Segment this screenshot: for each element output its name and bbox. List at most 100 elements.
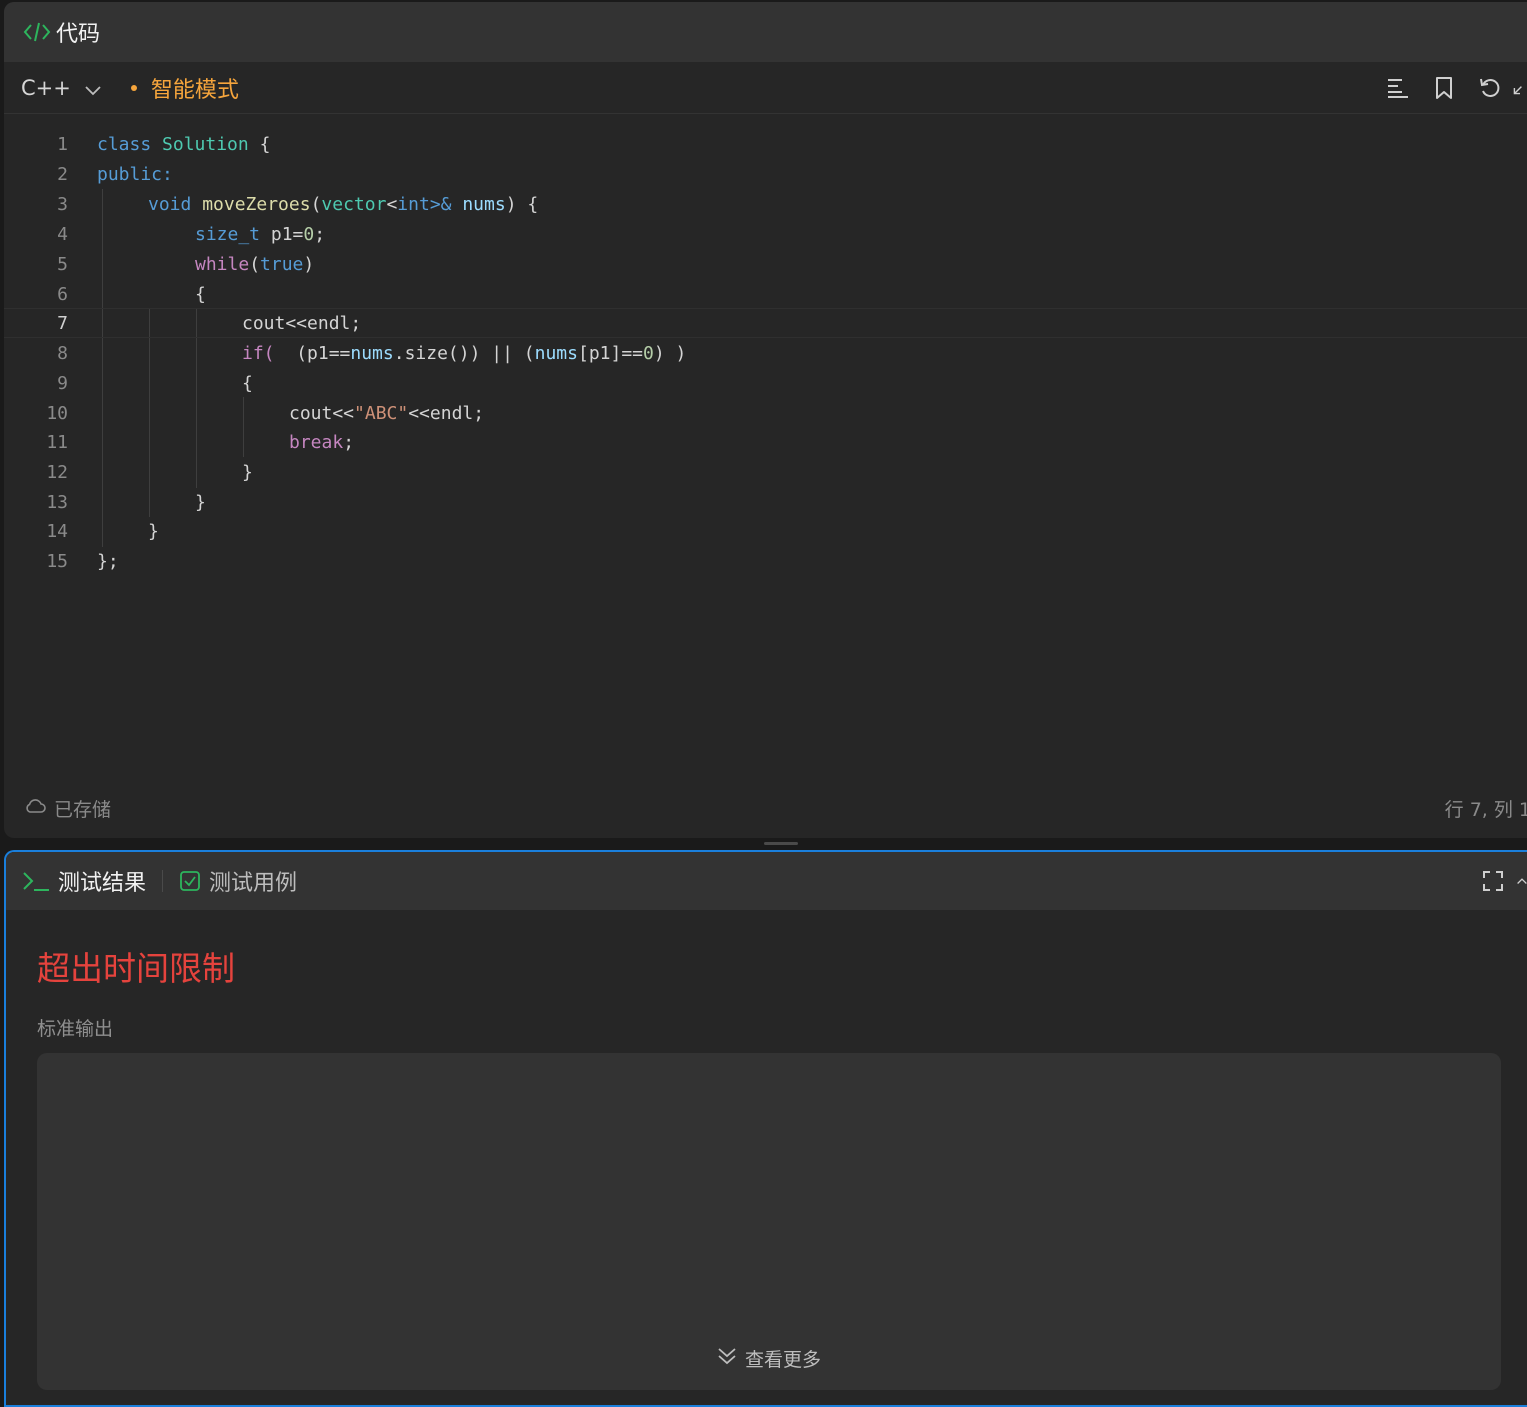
double-chevron-down-icon	[717, 1347, 745, 1370]
stdout-output: 查看更多	[37, 1053, 1501, 1390]
token: }	[195, 491, 206, 513]
code-line: 15 };	[4, 546, 1527, 576]
cloud-icon	[24, 797, 54, 819]
bookmark-icon[interactable]	[1421, 68, 1467, 108]
tab-test-case-label: 测试用例	[209, 871, 298, 896]
token: [p1]==	[577, 342, 644, 364]
verdict-status: 超出时间限制	[37, 949, 235, 988]
view-more-label: 查看更多	[744, 1349, 821, 1371]
line-number: 13	[46, 491, 68, 513]
code-line: 3 void moveZeroes(vector<int>& nums) {	[4, 189, 1527, 219]
token: break	[289, 431, 344, 453]
code-line: 4 size_t p1=0;	[4, 219, 1527, 249]
line-number: 5	[57, 253, 68, 275]
token: };	[97, 550, 119, 572]
token: cout<<endl;	[242, 312, 362, 334]
terminal-icon	[22, 870, 50, 892]
token: 0	[643, 342, 654, 364]
code-panel-header: 代码	[4, 2, 1527, 62]
collapse-up-icon[interactable]	[1517, 861, 1527, 901]
code-line-active: 7 cout<<endl;	[4, 308, 1527, 338]
token: public:	[97, 163, 173, 185]
fullscreen-icon[interactable]	[1473, 861, 1513, 901]
line-number: 15	[46, 550, 68, 572]
line-number: 14	[46, 520, 68, 542]
token: p1=	[270, 223, 304, 245]
chevron-down-icon	[85, 77, 101, 101]
token: nums	[350, 342, 394, 364]
line-number: 6	[57, 283, 68, 305]
saved-label: 已存储	[54, 798, 112, 821]
token: (	[249, 253, 261, 275]
smart-mode-toggle[interactable]: 智能模式	[130, 72, 239, 104]
code-editor[interactable]: 1 class Solution { 2 public: 3 void move…	[4, 114, 1527, 774]
token: Solution	[162, 133, 249, 155]
token: }	[242, 461, 253, 483]
token: while	[195, 253, 250, 275]
token: ;	[314, 223, 326, 245]
view-more-button[interactable]: 查看更多	[37, 1345, 1501, 1372]
code-brackets-icon	[22, 17, 52, 47]
token: cout<<	[289, 402, 355, 424]
result-panel: 测试结果 测试用例 超出时间限制 标准输出 查看更多	[4, 850, 1527, 1407]
editor-toolbar: C++ 智能模式	[4, 62, 1527, 114]
token: (	[310, 193, 322, 215]
token: >&	[429, 193, 452, 215]
code-line: 2 public:	[4, 159, 1527, 189]
token: nums	[534, 342, 578, 364]
code-panel: 代码 C++ 智能模式 1 class Solution {2 public:…	[4, 2, 1527, 838]
mode-dot	[130, 84, 137, 91]
line-number: 8	[57, 342, 68, 364]
result-tool-icons	[1473, 852, 1527, 910]
collapse-icon[interactable]	[1513, 68, 1527, 108]
tab-divider	[162, 870, 164, 892]
code-line: 10 cout<<"ABC"<<endl;	[4, 398, 1527, 428]
token: }	[148, 520, 159, 542]
token: if(	[242, 342, 275, 364]
line-number: 3	[57, 193, 68, 215]
line-number: 9	[57, 372, 68, 394]
code-panel-title: 代码	[56, 22, 101, 47]
token: ) )	[653, 342, 687, 364]
code-line: 12 }	[4, 457, 1527, 487]
code-line: 14 }	[4, 516, 1527, 546]
saved-status: 已存储	[24, 795, 111, 822]
token: ) {	[505, 193, 539, 215]
token: <	[386, 193, 398, 215]
line-number: 11	[46, 431, 68, 453]
line-number: 2	[57, 163, 68, 185]
token: void	[148, 193, 192, 215]
token: 0	[303, 223, 315, 245]
language-label: C++	[21, 75, 71, 100]
checkbox-icon	[179, 870, 201, 892]
format-icon[interactable]	[1375, 68, 1421, 108]
token: )	[303, 253, 315, 275]
token: {	[195, 283, 206, 305]
language-select[interactable]: C++	[21, 75, 101, 101]
editor-status-bar: 已存储 行 7, 列 1	[4, 778, 1527, 838]
token: class	[97, 133, 152, 155]
token: size_t	[195, 223, 261, 245]
token: (p1==	[274, 342, 351, 364]
code-line: 11 break;	[4, 427, 1527, 457]
panel-resize-handle[interactable]	[764, 842, 798, 845]
reset-icon[interactable]	[1467, 68, 1513, 108]
cursor-position: 行 7, 列 1	[1444, 798, 1527, 821]
tab-test-case[interactable]: 测试用例	[179, 865, 297, 897]
token: {	[259, 133, 271, 155]
token: "ABC"	[354, 402, 409, 424]
token: moveZeroes	[202, 193, 311, 215]
code-line: 9 {	[4, 368, 1527, 398]
result-panel-header: 测试结果 测试用例	[6, 852, 1527, 910]
code-line: 13 }	[4, 487, 1527, 517]
line-number: 4	[57, 223, 68, 245]
tab-test-result[interactable]: 测试结果	[22, 865, 146, 897]
code-line: 5 while(true)	[4, 249, 1527, 279]
smart-mode-label: 智能模式	[150, 77, 239, 103]
token: int	[397, 193, 430, 215]
tab-test-result-label: 测试结果	[58, 871, 147, 896]
line-number: 7	[57, 312, 68, 334]
code-line: 1 class Solution {	[4, 129, 1527, 159]
line-number: 1	[57, 133, 68, 155]
code-line: 6 {	[4, 279, 1527, 309]
